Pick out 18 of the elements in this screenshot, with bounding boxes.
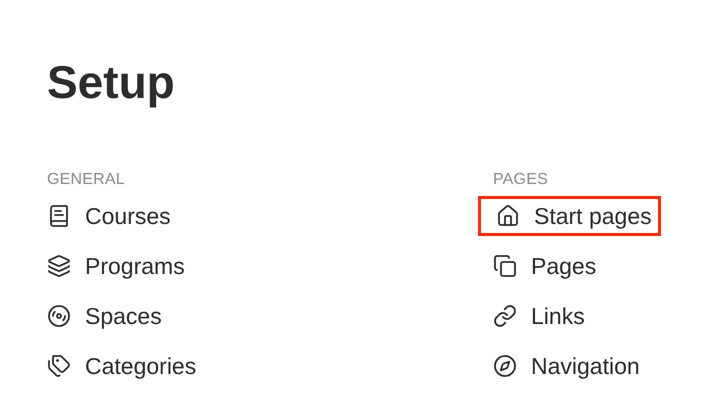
section-heading: GENERAL — [47, 170, 126, 190]
book-icon — [47, 204, 71, 228]
menu-link[interactable]: Start pages — [478, 196, 661, 236]
menu-link[interactable]: Pages — [493, 246, 600, 286]
layers-icon — [47, 254, 71, 278]
section-heading: PAGES — [493, 170, 549, 190]
link-icon — [493, 304, 517, 328]
menu-link[interactable]: Courses — [47, 196, 174, 236]
copy-icon — [493, 254, 517, 278]
tags-icon — [47, 354, 71, 378]
menu-link[interactable]: Categories — [47, 346, 200, 386]
menu-link[interactable]: Navigation — [493, 346, 643, 386]
menu-link[interactable]: Links — [493, 296, 588, 336]
house-icon — [496, 204, 520, 228]
menu-link[interactable]: Programs — [47, 246, 188, 286]
compass-icon — [493, 354, 517, 378]
page-title: Setup — [47, 55, 176, 110]
menu-link[interactable]: Spaces — [47, 296, 165, 336]
